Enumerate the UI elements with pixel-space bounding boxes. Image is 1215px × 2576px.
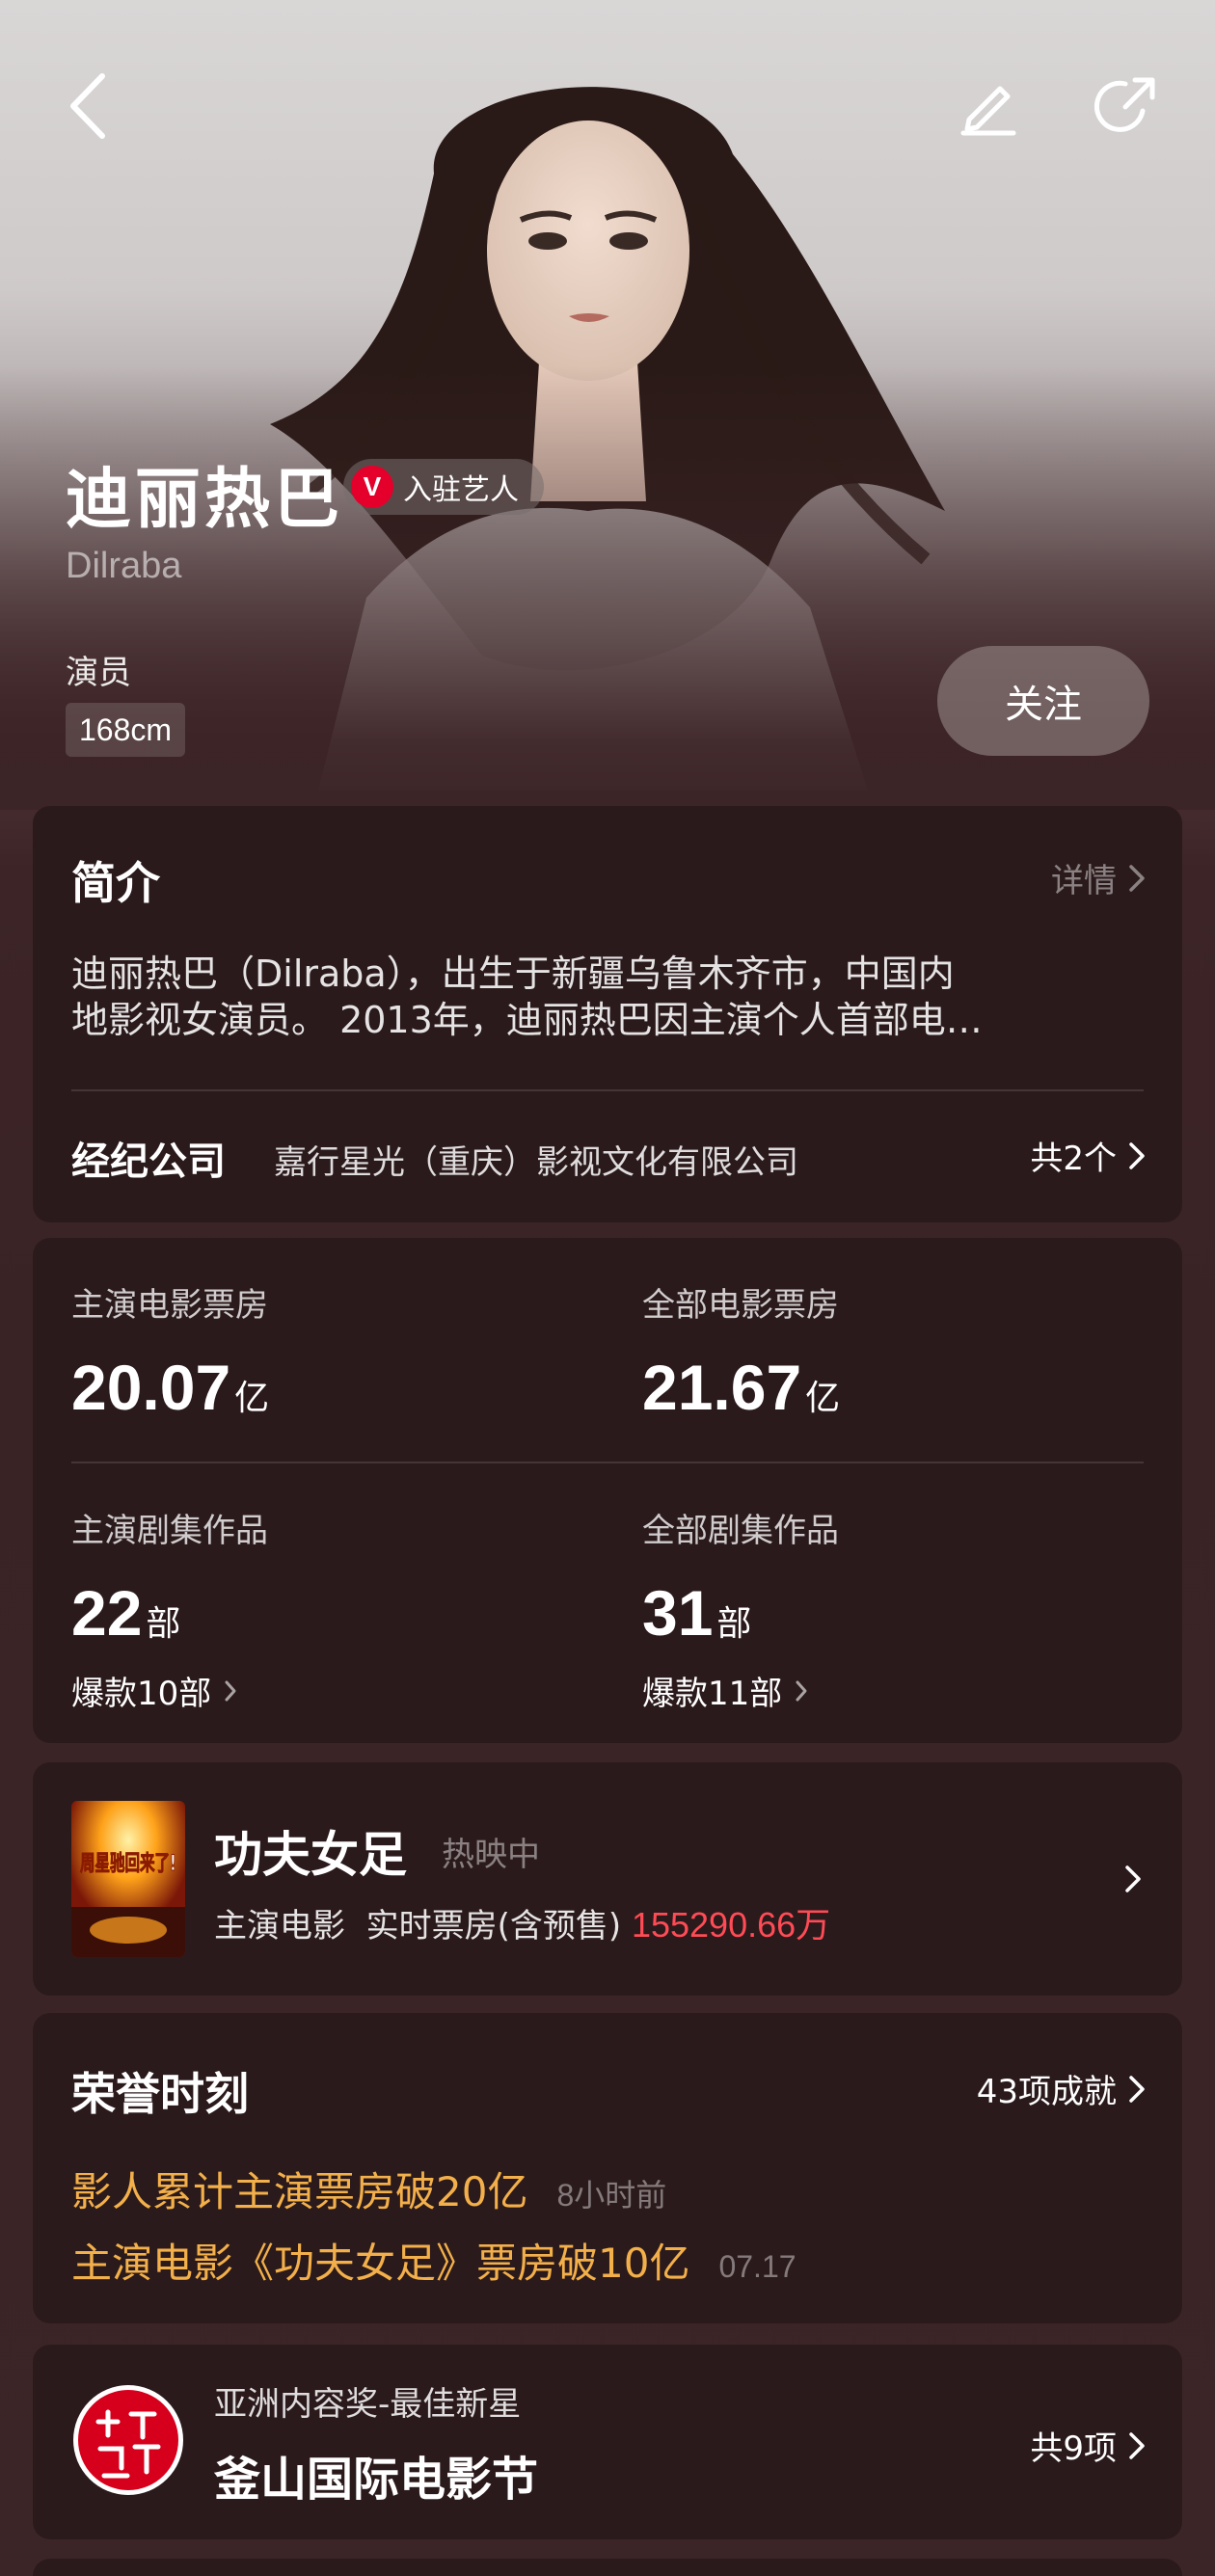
total-series-hits-link[interactable]: 爆款11部: [642, 1667, 839, 1714]
honor-item[interactable]: 主演电影《功夫女足》票房破10亿 07.17: [71, 2231, 796, 2290]
chevron-right-icon: [1125, 1865, 1141, 1892]
lead-series-stat[interactable]: 主演剧集作品 22 部 爆款10部: [71, 1504, 268, 1714]
stat-label: 全部电影票房: [642, 1286, 839, 1325]
artist-height-tag: 168cm: [66, 703, 186, 757]
lead-box-office-stat[interactable]: 主演电影票房 20.07 亿: [71, 1278, 269, 1424]
edit-button[interactable]: [950, 67, 1027, 145]
share-icon: [1094, 77, 1155, 132]
agency-count-link[interactable]: 共2个: [1030, 1132, 1148, 1179]
artist-occupation: 演员: [66, 654, 131, 692]
edit-pencil-icon: [960, 86, 1016, 136]
honor-time: 07.17: [718, 2249, 796, 2284]
realtime-label: 实时票房(含预售): [365, 1907, 622, 1945]
svg-text:周星驰回来了!: 周星驰回来了!: [80, 1852, 176, 1876]
chevron-right-icon: [1129, 1141, 1145, 1169]
intro-details-link[interactable]: 详情: [1051, 854, 1148, 901]
chevron-right-icon: [796, 1680, 807, 1701]
stat-label: 主演电影票房: [71, 1286, 268, 1325]
awards-card[interactable]: 亚洲内容奖-最佳新星 釜山国际电影节 共9项: [33, 2345, 1182, 2539]
agency-label: 经纪公司: [71, 1140, 226, 1184]
current-movie-card[interactable]: 周星驰回来了! 功夫女足 热映中 主演电影 实时票房(含预售) 155290.6…: [33, 1762, 1182, 1996]
award-festival-name: 釜山国际电影节: [214, 2453, 539, 2507]
artist-profile-page: 迪丽热巴 V 入驻艺人 Dilraba 演员 168cm 关注 简介 详情 迪丽…: [0, 0, 1215, 2576]
next-card-partial: [33, 2559, 1182, 2576]
awards-count-link[interactable]: 共9项: [1030, 2422, 1148, 2469]
stat-value: 21.67 亿: [642, 1352, 841, 1423]
honor-text: 影人累计主演票房破20亿: [71, 2168, 528, 2215]
stats-card: 主演电影票房 20.07 亿 全部电影票房 21.67 亿 主演剧集作品 22 部 爆…: [33, 1238, 1182, 1743]
intro-text-line: 迪丽热巴（Dilraba），出生于新疆乌鲁木齐市，中国内: [71, 953, 955, 995]
divider: [71, 1462, 1144, 1463]
agency-name[interactable]: 嘉行星光（重庆）影视文化有限公司: [274, 1136, 798, 1183]
back-chevron-icon: [70, 73, 105, 139]
intro-text[interactable]: 迪丽热巴（Dilraba），出生于新疆乌鲁木齐市，中国内 地影视女演员。 201…: [71, 951, 1142, 1043]
stat-value: 22 部: [71, 1577, 181, 1649]
back-button[interactable]: [48, 67, 125, 145]
movie-status: 热映中: [442, 1836, 540, 1874]
details-label: 详情: [1051, 862, 1117, 900]
verified-v-icon: V: [351, 466, 393, 508]
stat-label: 全部剧集作品: [642, 1512, 839, 1550]
intro-text-line: 地影视女演员。 2013年，迪丽热巴因主演个人首部电…: [71, 999, 983, 1041]
stat-label: 主演剧集作品: [71, 1512, 268, 1550]
intro-title: 简介: [71, 857, 160, 909]
artist-name: 迪丽热巴: [66, 462, 344, 538]
awards-count: 共9项: [1030, 2429, 1117, 2468]
chevron-right-icon: [1129, 2431, 1145, 2459]
honor-time: 8小时前: [556, 2178, 667, 2213]
honors-card: 荣誉时刻 43项成就 影人累计主演票房破20亿 8小时前 主演电影《功夫女足》票…: [33, 2013, 1182, 2323]
hits-label: 爆款11部: [642, 1675, 783, 1713]
lead-series-hits-link[interactable]: 爆款10部: [71, 1667, 268, 1714]
artist-english-name: Dilraba: [66, 546, 182, 586]
verified-artist-badge[interactable]: V 入驻艺人: [343, 459, 544, 515]
total-series-stat[interactable]: 全部剧集作品 31 部 爆款11部: [642, 1504, 839, 1714]
chevron-right-icon: [1129, 2075, 1145, 2103]
intro-card: 简介 详情 迪丽热巴（Dilraba），出生于新疆乌鲁木齐市，中国内 地影视女演…: [33, 806, 1182, 1222]
chevron-right-icon: [225, 1680, 236, 1701]
honor-item[interactable]: 影人累计主演票房破20亿 8小时前: [71, 2160, 666, 2218]
share-button[interactable]: [1088, 67, 1165, 145]
divider: [71, 1089, 1144, 1091]
honor-text: 主演电影《功夫女足》票房破10亿: [71, 2240, 690, 2287]
follow-button[interactable]: 关注: [937, 646, 1149, 756]
total-box-office-stat[interactable]: 全部电影票房 21.67 亿: [642, 1278, 840, 1424]
honors-count: 43项成就: [976, 2073, 1117, 2111]
stat-value: 20.07 亿: [71, 1352, 270, 1423]
movie-title: 功夫女足: [214, 1827, 407, 1883]
movie-role: 主演电影: [214, 1907, 345, 1945]
agency-count: 共2个: [1030, 1140, 1117, 1178]
festival-logo: [73, 2385, 183, 2495]
honors-count-link[interactable]: 43项成就: [977, 2065, 1148, 2112]
movie-poster: 周星驰回来了!: [71, 1801, 185, 1957]
hero-header: 迪丽热巴 V 入驻艺人 Dilraba 演员 168cm 关注: [0, 0, 1215, 810]
chevron-right-icon: [1129, 864, 1145, 892]
stat-value: 31 部: [642, 1577, 752, 1649]
honors-title: 荣誉时刻: [71, 2068, 249, 2120]
movie-box-office-line: 主演电影 实时票房(含预售) 155290.66万: [214, 1897, 830, 1947]
hits-label: 爆款10部: [71, 1675, 212, 1713]
realtime-box-office: 155290.66万: [631, 1905, 831, 1945]
award-subtitle: 亚洲内容奖-最佳新星: [214, 2385, 522, 2424]
badge-label: 入驻艺人: [403, 473, 519, 507]
